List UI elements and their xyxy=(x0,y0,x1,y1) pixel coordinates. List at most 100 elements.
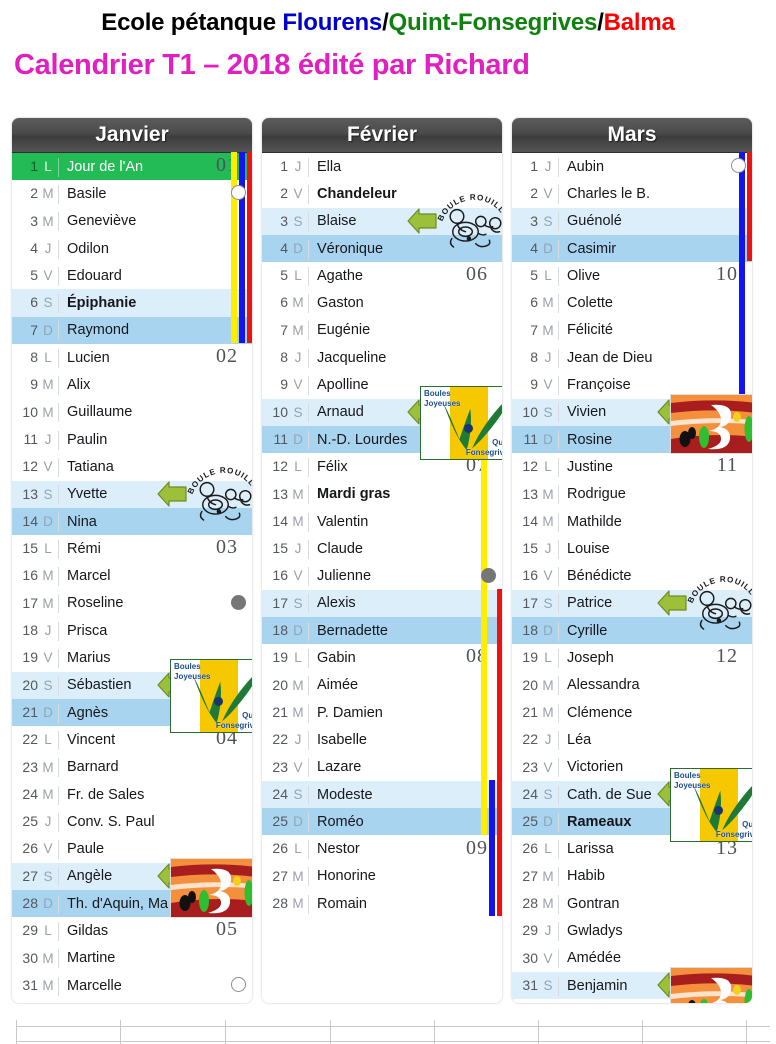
day-row[interactable]: 7 M Félicité xyxy=(512,317,752,344)
month-header: Mars xyxy=(512,118,752,153)
day-row[interactable]: 15 J Claude xyxy=(262,535,502,562)
day-row[interactable]: 6 M Gaston xyxy=(262,289,502,316)
day-number: 18 xyxy=(22,622,38,639)
sheet-column-divider-3 xyxy=(330,1020,331,1044)
day-row[interactable]: 31 M Marcelle xyxy=(12,972,252,999)
day-row[interactable]: 13 M Mardi gras xyxy=(262,481,502,508)
day-row[interactable]: 6 S Épiphanie xyxy=(12,289,252,317)
day-row[interactable]: 28 M Gontran xyxy=(512,890,752,917)
day-row[interactable]: 30 M Martine xyxy=(12,945,252,972)
day-row[interactable]: 27 M Habib xyxy=(512,863,752,890)
day-number: 26 xyxy=(272,840,288,857)
day-row[interactable]: 8 J Jacqueline xyxy=(262,344,502,371)
day-row[interactable]: 22 J Léa xyxy=(512,726,752,753)
day-row[interactable]: 15 J Louise xyxy=(512,535,752,562)
day-number: 4 xyxy=(280,239,288,256)
day-row[interactable]: 18 J Prisca xyxy=(12,617,252,644)
bj-line2: Joyeuses xyxy=(424,398,461,408)
day-row[interactable]: 17 M Roseline xyxy=(12,590,252,617)
day-row[interactable]: 7 D Raymond xyxy=(12,316,252,345)
day-row[interactable]: 29 J Gwladys xyxy=(512,917,752,944)
saint-name: Léa xyxy=(558,730,591,750)
saint-name: Gaston xyxy=(308,294,364,314)
day-row[interactable]: 1 J Aubin xyxy=(512,153,752,180)
day-row[interactable]: 18 D Bernadette xyxy=(262,617,502,645)
day-row[interactable]: 22 J Isabelle xyxy=(262,726,502,753)
day-row[interactable]: 10 M Guillaume xyxy=(12,399,252,426)
day-row[interactable]: 14 M Valentin xyxy=(262,508,502,535)
logo-balma xyxy=(670,393,752,454)
day-row[interactable]: 2 M Basile xyxy=(12,180,252,207)
saint-name: P. Damien xyxy=(308,703,383,723)
day-number: 11 xyxy=(273,430,288,447)
saint-name: Fr. de Sales xyxy=(58,785,144,805)
day-row[interactable]: 13 M Rodrigue xyxy=(512,481,752,508)
day-number: 27 xyxy=(22,867,38,884)
day-row[interactable]: 2 V Charles le B. xyxy=(512,180,752,207)
saint-name: Alexis xyxy=(308,594,356,614)
day-row[interactable]: 25 J Conv. S. Paul xyxy=(12,808,252,835)
saint-name: Victorien xyxy=(558,758,623,778)
day-row[interactable]: 4 D Casimir xyxy=(512,234,752,263)
day-number: 23 xyxy=(272,758,288,775)
day-row[interactable]: 16 V Julienne xyxy=(262,562,502,589)
day-row[interactable]: 8 J Jean de Dieu xyxy=(512,344,752,371)
boules-joyeuses-logo-icon: Boules Joyeuses Quint Fonsegrives xyxy=(671,768,752,841)
day-row[interactable]: 1 J Ella xyxy=(262,153,502,180)
day-number: 31 xyxy=(22,976,38,993)
day-of-week: M xyxy=(542,513,554,529)
saint-name: Épiphanie xyxy=(58,294,136,314)
boules-joyeuses-logo-icon: Boules Joyeuses Quint Fonsegrives xyxy=(171,659,252,732)
day-row[interactable]: 16 M Marcel xyxy=(12,562,252,589)
day-row[interactable]: 28 M Romain xyxy=(262,890,502,917)
day-number: 24 xyxy=(272,785,288,802)
balma-logo-icon xyxy=(671,394,752,453)
day-row[interactable]: 21 M P. Damien xyxy=(262,699,502,726)
day-of-week: M xyxy=(292,704,304,720)
day-row[interactable]: 3 M Geneviève xyxy=(12,208,252,235)
day-number: 23 xyxy=(22,758,38,775)
day-number: 20 xyxy=(522,676,538,693)
month-header: Janvier xyxy=(12,118,252,153)
day-row[interactable]: 9 M Alix xyxy=(12,371,252,398)
day-row[interactable]: 25 D Roméo xyxy=(262,808,502,836)
day-number: 18 xyxy=(272,622,288,639)
day-row[interactable]: 3 S Guénolé xyxy=(512,207,752,235)
day-number: 20 xyxy=(22,676,38,693)
day-row[interactable]: 20 M Alessandra xyxy=(512,672,752,699)
day-row[interactable]: 23 V Lazare xyxy=(262,754,502,781)
sheet-column-divider-4 xyxy=(434,1020,435,1044)
day-row[interactable]: 5 V Edouard xyxy=(12,262,252,289)
day-row[interactable]: 17 S Alexis xyxy=(262,589,502,618)
flourens-logo-icon: BOULE ROUILLEE DE FLOURENS xyxy=(180,452,252,521)
day-number: 8 xyxy=(30,349,38,366)
week-number: 02 xyxy=(216,345,238,368)
day-number: 12 xyxy=(522,458,538,475)
day-of-week: S xyxy=(293,595,303,611)
day-row[interactable]: 24 S Modeste xyxy=(262,780,502,809)
day-number: 1 xyxy=(530,158,538,174)
day-of-week: L xyxy=(544,268,552,284)
day-row[interactable]: 14 M Mathilde xyxy=(512,508,752,535)
saint-name: Rameaux xyxy=(558,812,631,832)
day-number: 7 xyxy=(530,321,538,338)
day-row[interactable]: 21 M Clémence xyxy=(512,699,752,726)
saint-name: Honorine xyxy=(308,867,376,887)
saint-name: Marius xyxy=(58,649,111,669)
day-row[interactable]: 24 M Fr. de Sales xyxy=(12,781,252,808)
day-of-week: D xyxy=(543,623,553,639)
day-row[interactable]: 7 M Eugénie xyxy=(262,317,502,344)
day-of-week: D xyxy=(293,431,303,447)
saint-name: Alessandra xyxy=(558,676,640,696)
day-of-week: M xyxy=(292,295,304,311)
day-of-week: L xyxy=(544,650,552,666)
saint-name: Guillaume xyxy=(58,403,132,423)
day-row[interactable]: 27 M Honorine xyxy=(262,863,502,890)
day-row[interactable]: 4 J Odilon xyxy=(12,235,252,262)
day-row[interactable]: 20 M Aimée xyxy=(262,672,502,699)
day-row[interactable]: 11 J Paulin xyxy=(12,426,252,453)
day-row[interactable]: 23 M Barnard xyxy=(12,754,252,781)
saint-name: Jean de Dieu xyxy=(558,348,652,368)
saint-name: Roseline xyxy=(58,594,123,614)
day-row[interactable]: 6 M Colette xyxy=(512,289,752,316)
